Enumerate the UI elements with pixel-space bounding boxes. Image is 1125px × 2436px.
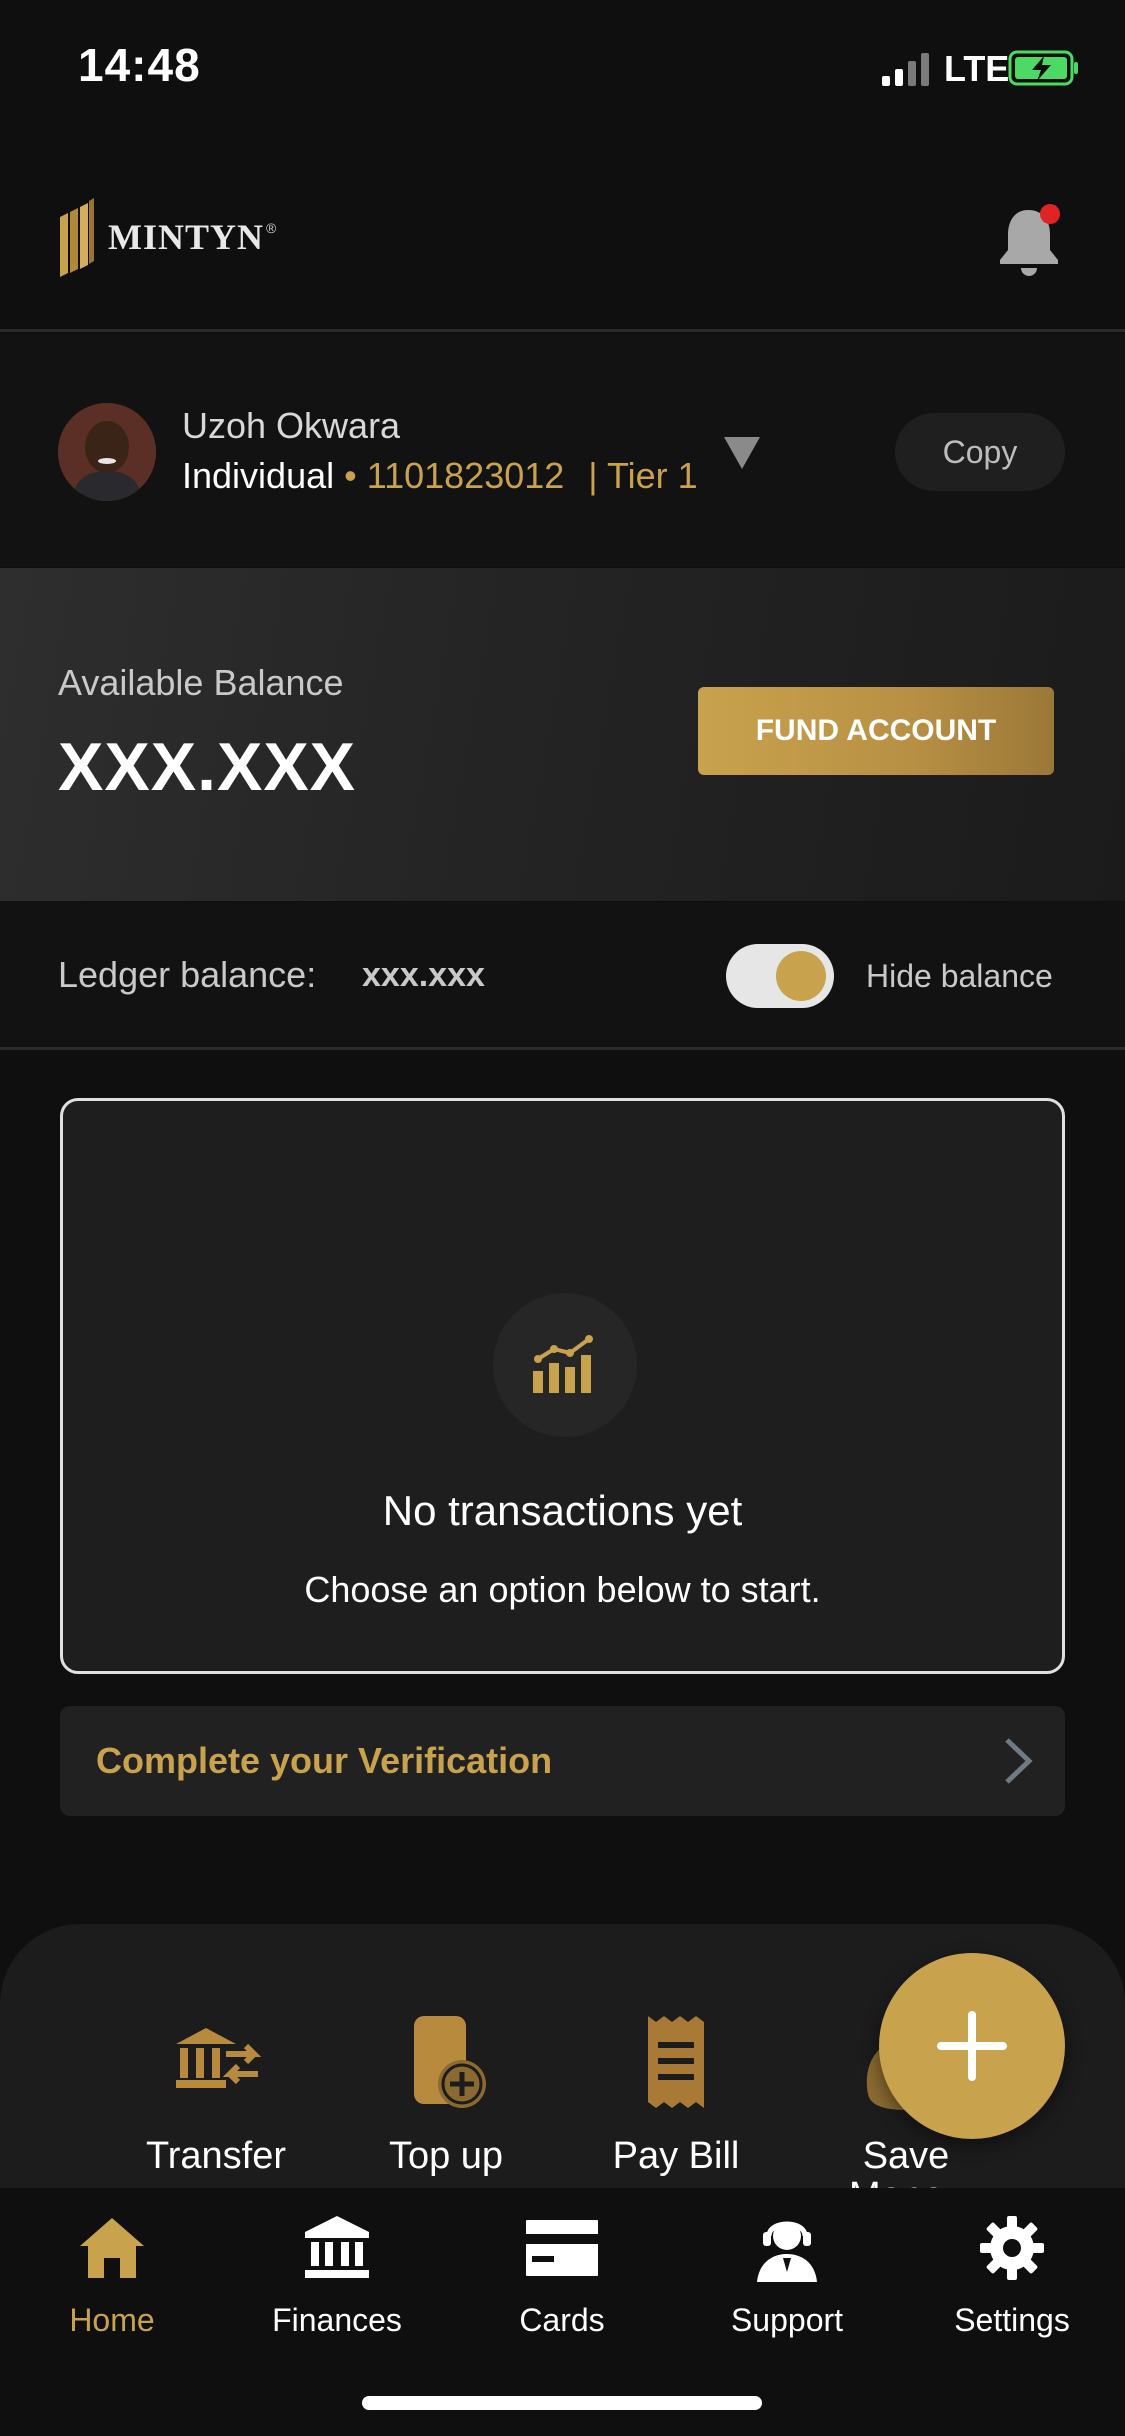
notification-bell-icon[interactable]	[994, 200, 1066, 278]
complete-verification-banner[interactable]: Complete your Verification	[60, 1706, 1065, 1816]
add-fab-button[interactable]	[879, 1953, 1065, 2139]
tab-label: Cards	[519, 2302, 605, 2338]
tab-finances[interactable]: Finances	[237, 2212, 437, 2339]
available-balance-value: XXX.XXX	[58, 729, 357, 805]
app-header: MINTYN ®	[0, 140, 1125, 332]
phone-topup-icon	[414, 2016, 486, 2108]
bottom-tab-bar: Home Finances Cards Support Settings	[0, 2188, 1125, 2436]
account-holder-name: Uzoh Okwara	[182, 405, 401, 446]
network-label: LTE	[944, 48, 1010, 89]
brand-name: MINTYN	[108, 217, 264, 257]
hide-balance-toggle[interactable]	[726, 944, 834, 1008]
chevron-right-icon	[1005, 1738, 1033, 1784]
quick-action-label: Transfer	[145, 2135, 287, 2177]
toggle-knob	[776, 951, 826, 1001]
battery-charging-icon	[1008, 50, 1078, 86]
quick-action-label: Top up	[388, 2135, 504, 2177]
logo-mark-icon	[60, 198, 94, 277]
headset-icon	[757, 2221, 817, 2282]
verification-label: Complete your Verification	[96, 1740, 553, 1781]
bank-icon	[305, 2216, 369, 2278]
ledger-balance-label: Ledger balance:	[58, 954, 317, 995]
account-tier: | Tier 1	[588, 455, 698, 496]
account-details: Individual • 1101823012 | Tier 1	[182, 455, 698, 497]
empty-subtitle: Choose an option below to start.	[304, 1569, 821, 1610]
available-balance-label: Available Balance	[58, 662, 344, 703]
brand-registered-mark: ®	[266, 220, 277, 236]
tab-support[interactable]: Support	[687, 2212, 887, 2339]
hide-balance-label: Hide balance	[866, 958, 1053, 994]
status-bar: 14:48 LTE	[0, 0, 1125, 140]
empty-title: No transactions yet	[382, 1487, 743, 1534]
plus-icon	[937, 2011, 1007, 2081]
tab-label: Settings	[954, 2302, 1070, 2338]
ledger-balance-value: xxx.xxx	[362, 956, 485, 994]
receipt-icon	[648, 2016, 704, 2108]
bank-transfer-icon	[176, 2028, 262, 2088]
fund-account-button[interactable]: FUND ACCOUNT	[698, 687, 1054, 775]
quick-action-top-up[interactable]: Top up	[356, 2014, 536, 2188]
balance-card: Available Balance XXX.XXX FUND ACCOUNT	[0, 568, 1125, 901]
avatar-photo	[58, 403, 156, 501]
copy-account-button[interactable]: Copy	[895, 413, 1065, 491]
mintyn-logo: MINTYN ®	[58, 192, 278, 282]
quick-action-transfer[interactable]: Transfer	[126, 2014, 306, 2188]
transactions-empty-card: No transactions yet Choose an option bel…	[60, 1098, 1065, 1674]
gear-icon	[980, 2216, 1044, 2280]
account-number: • 1101823012	[344, 455, 565, 496]
tab-settings[interactable]: Settings	[912, 2212, 1112, 2339]
account-type: Individual	[182, 455, 335, 496]
tab-label: Support	[730, 2302, 844, 2338]
quick-action-label: Save Money	[849, 2135, 963, 2188]
growth-chart-icon	[533, 1335, 593, 1393]
account-summary: Uzoh Okwara Individual • 1101823012 | Ti…	[0, 335, 1125, 567]
tab-cards[interactable]: Cards	[462, 2212, 662, 2339]
ledger-row: Ledger balance: xxx.xxx Hide balance	[0, 902, 1125, 1050]
signal-icon	[882, 53, 929, 86]
quick-action-pay-bill[interactable]: Pay Bill	[586, 2014, 766, 2188]
tab-label: Home	[69, 2302, 155, 2338]
chart-icon-container	[493, 1293, 637, 1437]
tab-home[interactable]: Home	[12, 2212, 212, 2339]
quick-action-label: Pay Bill	[612, 2135, 740, 2177]
avatar[interactable]	[58, 403, 156, 501]
tab-label: Finances	[272, 2302, 402, 2338]
home-icon	[80, 2218, 144, 2278]
status-time: 14:48	[78, 39, 201, 91]
account-dropdown-icon[interactable]	[722, 435, 762, 471]
card-icon	[526, 2220, 598, 2276]
home-indicator	[362, 2396, 762, 2410]
